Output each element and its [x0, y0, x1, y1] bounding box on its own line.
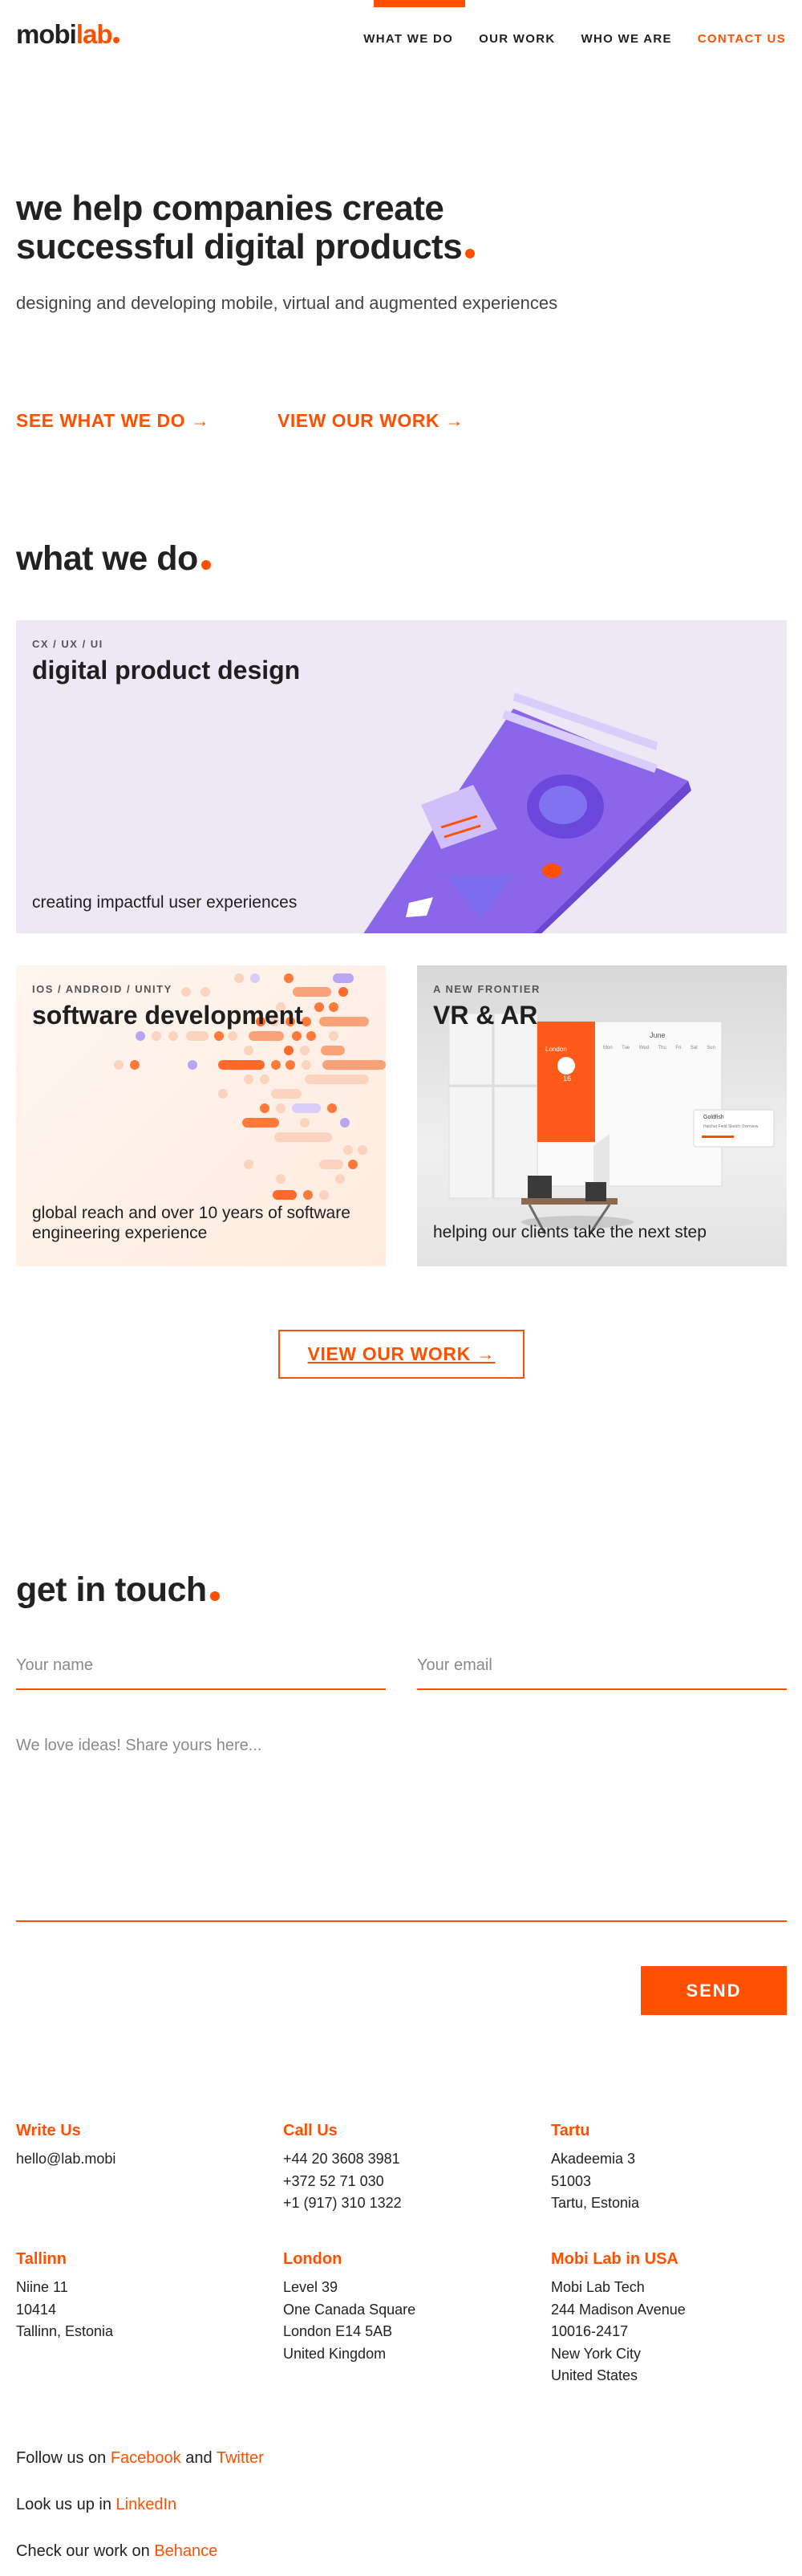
- weather-city: London: [545, 1046, 567, 1053]
- footer-address-line: United Kingdom: [283, 2345, 387, 2362]
- card-software-development[interactable]: IOS / ANDROID / UNITY software developme…: [16, 965, 386, 1266]
- see-what-we-do-link[interactable]: SEE WHAT WE DO →: [16, 410, 209, 432]
- footer-heading: Tartu: [551, 2122, 590, 2139]
- footer-heading: Mobi Lab in USA: [551, 2250, 678, 2268]
- title-dot: [209, 1591, 220, 1601]
- view-our-work-button[interactable]: VIEW OUR WORK →: [278, 1330, 525, 1379]
- footer-address-line: 244 Madison Avenue: [551, 2301, 686, 2318]
- footer-address-line: One Canada Square: [283, 2301, 416, 2318]
- hero-title: we help companies create successful digi…: [16, 189, 476, 266]
- view-our-work-link[interactable]: VIEW OUR WORK →: [277, 410, 464, 432]
- footer-address-line: Mobi Lab Tech: [551, 2279, 645, 2295]
- calendar-month: June: [650, 1031, 666, 1039]
- nav-what-we-do[interactable]: WHAT WE DO: [363, 32, 453, 46]
- linkedin-line: Look us up in LinkedIn: [16, 2496, 176, 2514]
- weekday: Wed: [638, 1046, 649, 1050]
- card-tag: A NEW FRONTIER: [433, 983, 541, 995]
- follow-text: Follow us on: [16, 2449, 107, 2467]
- footer-address-line: Level 39: [283, 2279, 338, 2295]
- footer-usa: Mobi Lab in USA Mobi Lab Tech 244 Madiso…: [551, 2250, 792, 2387]
- footer-address-line: Niine 11: [16, 2279, 68, 2295]
- name-field-wrapper: [16, 1656, 386, 1690]
- weekday: Thu: [658, 1046, 666, 1050]
- footer-email[interactable]: hello@lab.mobi: [16, 2148, 257, 2171]
- behance-link[interactable]: Behance: [154, 2542, 217, 2560]
- get-in-touch-heading: get in touch: [16, 1570, 220, 1610]
- weekday: Tue: [622, 1046, 630, 1050]
- card-title: VR & AR: [433, 1001, 538, 1030]
- title-dot: [200, 560, 211, 570]
- hero-subtitle: designing and developing mobile, virtual…: [16, 293, 558, 313]
- what-we-do-heading-text: what we do: [16, 539, 198, 578]
- footer-heading: Write Us: [16, 2122, 81, 2139]
- footer-address-line: 10414: [16, 2301, 57, 2318]
- logo-dot: [112, 37, 119, 43]
- check-text: Check our work on: [16, 2542, 150, 2560]
- card-description: creating impactful user experiences: [32, 893, 298, 912]
- footer-address-line: Tartu, Estonia: [551, 2195, 640, 2211]
- footer-heading: Tallinn: [16, 2250, 67, 2268]
- footer-address-line: London E14 5AB: [283, 2323, 393, 2339]
- weekday: Sat: [690, 1046, 698, 1050]
- footer-write-us: Write Us hello@lab.mobi: [16, 2122, 257, 2171]
- email-field-wrapper: [417, 1656, 787, 1690]
- hero-title-line2: successful digital products: [16, 227, 463, 266]
- send-button[interactable]: SEND: [641, 1966, 787, 2015]
- calendar-weekdays: Mon Tue Wed Thu Fri Sat Sun: [603, 1046, 715, 1050]
- nav-who-we-are[interactable]: WHO WE ARE: [581, 32, 672, 46]
- card-vr-ar[interactable]: London 16 June Mon Tue Wed Thu Fri Sat S…: [417, 965, 787, 1266]
- footer-address-line: United States: [551, 2367, 638, 2383]
- what-we-do-heading: what we do: [16, 539, 211, 579]
- card-tag: CX / UX / UI: [32, 638, 103, 650]
- footer-call-us: Call Us +44 20 3608 3981 +372 52 71 030 …: [283, 2122, 524, 2215]
- twitter-link[interactable]: Twitter: [217, 2449, 264, 2467]
- facebook-link[interactable]: Facebook: [111, 2449, 181, 2467]
- footer-tartu: Tartu Akadeemia 3 51003 Tartu, Estonia: [551, 2122, 792, 2215]
- card-description: helping our clients take the next step: [433, 1223, 707, 1241]
- footer-address-line: New York City: [551, 2345, 642, 2362]
- footer-heading: London: [283, 2250, 342, 2268]
- logo[interactable]: mobilab: [16, 19, 119, 50]
- lookup-text: Look us up in: [16, 2496, 111, 2513]
- footer-address-line: Tallinn, Estonia: [16, 2323, 114, 2339]
- popup-title: Goldfish: [703, 1115, 724, 1120]
- linkedin-link[interactable]: LinkedIn: [116, 2496, 177, 2513]
- follow-us-line: Follow us on Facebook and Twitter: [16, 2449, 264, 2468]
- message-field[interactable]: [16, 1737, 787, 1913]
- weather-temp: 16: [563, 1075, 572, 1083]
- card-title: digital product design: [32, 656, 301, 685]
- and-text: and: [185, 2449, 213, 2467]
- behance-line: Check our work on Behance: [16, 2542, 217, 2561]
- footer-phone[interactable]: +372 52 71 030: [283, 2171, 524, 2193]
- weekday: Sun: [707, 1046, 715, 1050]
- logo-text: mobi: [16, 19, 77, 49]
- card-title: software development: [32, 1001, 303, 1030]
- get-in-touch-heading-text: get in touch: [16, 1570, 207, 1609]
- footer-phone[interactable]: +1 (917) 310 1322: [283, 2192, 524, 2215]
- message-field-wrapper: [16, 1737, 787, 1922]
- footer-address-line: Akadeemia 3: [551, 2151, 636, 2167]
- footer-address-line: 10016-2417: [551, 2323, 629, 2339]
- active-nav-indicator: [374, 0, 465, 7]
- email-field[interactable]: [417, 1656, 787, 1675]
- card-description: global reach and over 10 years of softwa…: [32, 1204, 350, 1242]
- footer-tallinn: Tallinn Niine 11 10414 Tallinn, Estonia: [16, 2250, 257, 2343]
- footer-address-line: 51003: [551, 2172, 592, 2189]
- footer-heading: Call Us: [283, 2122, 338, 2139]
- weekday: Mon: [603, 1046, 613, 1050]
- title-dot: [465, 249, 476, 258]
- card-digital-product-design[interactable]: CX / UX / UI digital product design crea…: [16, 620, 787, 933]
- nav-our-work[interactable]: OUR WORK: [479, 32, 555, 46]
- main-nav: WHAT WE DO OUR WORK WHO WE ARE CONTACT U…: [363, 32, 786, 46]
- popup-subtitle: Hatchet Field Sketch Overview: [703, 1124, 759, 1129]
- nav-contact-us[interactable]: CONTACT US: [698, 32, 786, 46]
- name-field[interactable]: [16, 1656, 386, 1675]
- logo-accent-text: lab: [75, 19, 113, 49]
- weekday: Fri: [675, 1046, 682, 1050]
- card-tag: IOS / ANDROID / UNITY: [32, 983, 172, 995]
- footer-london: London Level 39 One Canada Square London…: [283, 2250, 524, 2365]
- hero-title-line1: we help companies create: [16, 189, 444, 228]
- footer-phone[interactable]: +44 20 3608 3981: [283, 2148, 524, 2171]
